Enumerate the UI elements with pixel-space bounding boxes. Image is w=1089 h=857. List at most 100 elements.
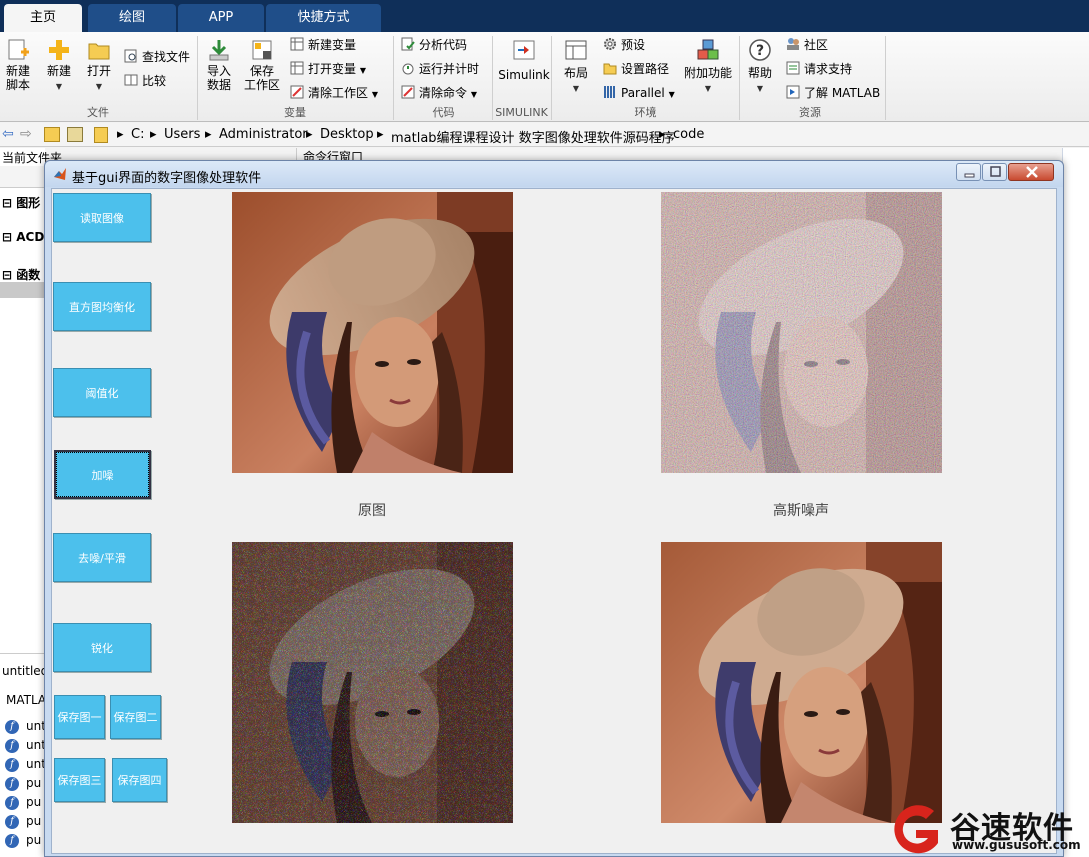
gaussian-noise-caption: 高斯噪声 xyxy=(773,503,829,519)
community-button[interactable]: 社区 xyxy=(786,36,828,54)
learn-matlab-button[interactable]: 了解 MATLAB xyxy=(786,84,880,102)
preferences-button[interactable]: 预设 xyxy=(603,36,645,54)
new-plus-icon xyxy=(47,38,71,62)
breadcrumb-separator: ▸ xyxy=(205,127,212,142)
preferences-label: 预设 xyxy=(621,38,646,52)
file-item[interactable]: unt xyxy=(26,757,46,771)
tree-item-functions[interactable]: ⊟ 函数 xyxy=(2,266,40,283)
open-button[interactable]: 打开 ▼ xyxy=(84,38,114,94)
tab-plots[interactable]: 绘图 xyxy=(88,4,176,32)
import-data-button[interactable]: 导入 数据 xyxy=(203,38,235,92)
new-variable-button[interactable]: 新建变量 xyxy=(290,36,356,54)
request-support-button[interactable]: 请求支持 xyxy=(786,60,852,78)
save-workspace-button[interactable]: 保存 工作区 xyxy=(243,38,281,92)
breadcrumb-code[interactable]: code xyxy=(673,127,704,142)
address-bar: ⇦ ⇨ ▸ C: ▸ Users ▸ Administrator ▸ Deskt… xyxy=(0,123,1089,147)
tab-apps[interactable]: APP xyxy=(178,4,264,32)
compare-icon xyxy=(124,73,138,87)
denoise-smooth-button[interactable]: 去噪/平滑 xyxy=(53,533,151,582)
simulink-group-label: SIMULINK xyxy=(495,106,548,119)
clear-workspace-label: 清除工作区 xyxy=(308,86,369,100)
open-variable-button[interactable]: 打开变量 ▼ xyxy=(290,60,366,78)
function-file-icon: f xyxy=(5,815,19,829)
save-image-3-button[interactable]: 保存图三 xyxy=(54,758,105,802)
figure-client-area: 读取图像 直方图均衡化 阈值化 加噪 去噪/平滑 锐化 保存图一 保存图二 保存… xyxy=(51,188,1057,854)
addons-button[interactable]: 附加功能 ▼ xyxy=(684,38,732,96)
simulink-icon xyxy=(512,38,536,62)
breadcrumb-users[interactable]: Users xyxy=(164,127,200,142)
set-path-button[interactable]: 设置路径 xyxy=(603,60,669,78)
import-icon xyxy=(207,38,231,62)
save-image-1-button[interactable]: 保存图一 xyxy=(54,695,105,739)
clear-workspace-button[interactable]: 清除工作区 ▼ xyxy=(290,84,378,102)
breadcrumb-desktop[interactable]: Desktop xyxy=(320,127,374,142)
histogram-equalization-button[interactable]: 直方图均衡化 xyxy=(53,282,151,331)
portrait-photo xyxy=(232,192,513,473)
addons-cubes-icon xyxy=(696,38,720,62)
back-arrow-icon[interactable]: ⇦ xyxy=(2,126,14,142)
save-image-4-button[interactable]: 保存图四 xyxy=(112,758,167,802)
help-button[interactable]: ? 帮助 ▼ xyxy=(745,38,775,96)
new-script-button[interactable]: 新建 脚本 xyxy=(3,38,33,92)
find-files-button[interactable]: 查找文件 xyxy=(124,48,190,66)
tree-label: 函数 xyxy=(16,268,41,282)
simulink-button[interactable]: Simulink xyxy=(498,38,550,82)
breadcrumb-administrator[interactable]: Administrator xyxy=(219,127,308,142)
learn-matlab-icon xyxy=(786,85,800,99)
layout-button[interactable]: 布局 ▼ xyxy=(559,38,593,96)
portrait-photo xyxy=(661,542,942,823)
gui-figure-window: 基于gui界面的数字图像处理软件 读取图像 直方图均衡化 阈值化 加噪 去噪/平… xyxy=(44,160,1064,857)
selected-row[interactable] xyxy=(0,282,45,298)
browse-folder-icon[interactable] xyxy=(67,127,83,142)
original-image-caption: 原图 xyxy=(358,503,386,519)
function-file-icon: f xyxy=(5,777,19,791)
window-title-bar[interactable]: 基于gui界面的数字图像处理软件 xyxy=(45,161,1063,187)
tree-item-acd[interactable]: ⊟ ACD xyxy=(2,230,44,244)
new-script-icon xyxy=(6,38,30,62)
tree-item-figures[interactable]: ⊟ 图形 xyxy=(2,194,40,211)
tree-label: 图形 xyxy=(16,196,41,210)
separator xyxy=(393,36,394,120)
run-and-time-label: 运行并计时 xyxy=(419,62,480,76)
file-item[interactable]: unt xyxy=(26,738,46,752)
file-item[interactable]: pu xyxy=(26,795,41,809)
breadcrumb-drive[interactable]: C: xyxy=(131,127,144,142)
new-button[interactable]: 新建 ▼ xyxy=(44,38,74,94)
untitled-label: untitled xyxy=(2,664,49,678)
threshold-button[interactable]: 阈值化 xyxy=(53,368,151,417)
breadcrumb-separator: ▸ xyxy=(377,127,384,142)
save-image-2-button[interactable]: 保存图二 xyxy=(110,695,161,739)
forward-arrow-icon[interactable]: ⇨ xyxy=(20,126,32,142)
tab-shortcuts[interactable]: 快捷方式 xyxy=(266,4,381,32)
analyze-code-icon xyxy=(401,37,415,51)
analyze-code-button[interactable]: 分析代码 xyxy=(401,36,467,54)
minimize-button[interactable] xyxy=(956,163,981,181)
tab-home[interactable]: 主页 xyxy=(4,4,82,32)
file-item[interactable]: pu xyxy=(26,833,41,847)
gusu-logo-icon xyxy=(890,803,946,857)
up-folder-icon[interactable] xyxy=(44,127,60,142)
compare-button[interactable]: 比较 xyxy=(124,72,166,90)
function-file-icon: f xyxy=(5,739,19,753)
close-button[interactable] xyxy=(1008,163,1054,181)
breadcrumb-project-folder[interactable]: matlab编程课程设计 数字图像处理软件源码程序 xyxy=(391,127,675,146)
folder-icon xyxy=(94,127,108,143)
clear-commands-button[interactable]: 清除命令 ▼ xyxy=(401,84,477,102)
chevron-down-icon: ▼ xyxy=(704,84,712,93)
request-support-label: 请求支持 xyxy=(804,62,853,76)
maximize-button[interactable] xyxy=(982,163,1007,181)
read-image-button[interactable]: 读取图像 xyxy=(53,193,151,242)
parallel-button[interactable]: Parallel ▼ xyxy=(603,84,675,102)
clear-commands-icon xyxy=(401,85,415,99)
chevron-down-icon: ▼ xyxy=(359,66,366,75)
gaussian-noise-image-axes xyxy=(661,192,942,473)
sharpen-button[interactable]: 锐化 xyxy=(53,623,151,672)
file-item[interactable]: pu xyxy=(26,776,41,790)
open-label: 打开 xyxy=(86,64,111,78)
open-variable-icon xyxy=(290,61,304,75)
add-noise-button[interactable]: 加噪 xyxy=(54,450,151,499)
run-and-time-button[interactable]: 运行并计时 xyxy=(401,60,479,78)
file-item[interactable]: pu xyxy=(26,814,41,828)
file-item[interactable]: unt xyxy=(26,719,46,733)
original-image-axes xyxy=(232,192,513,473)
